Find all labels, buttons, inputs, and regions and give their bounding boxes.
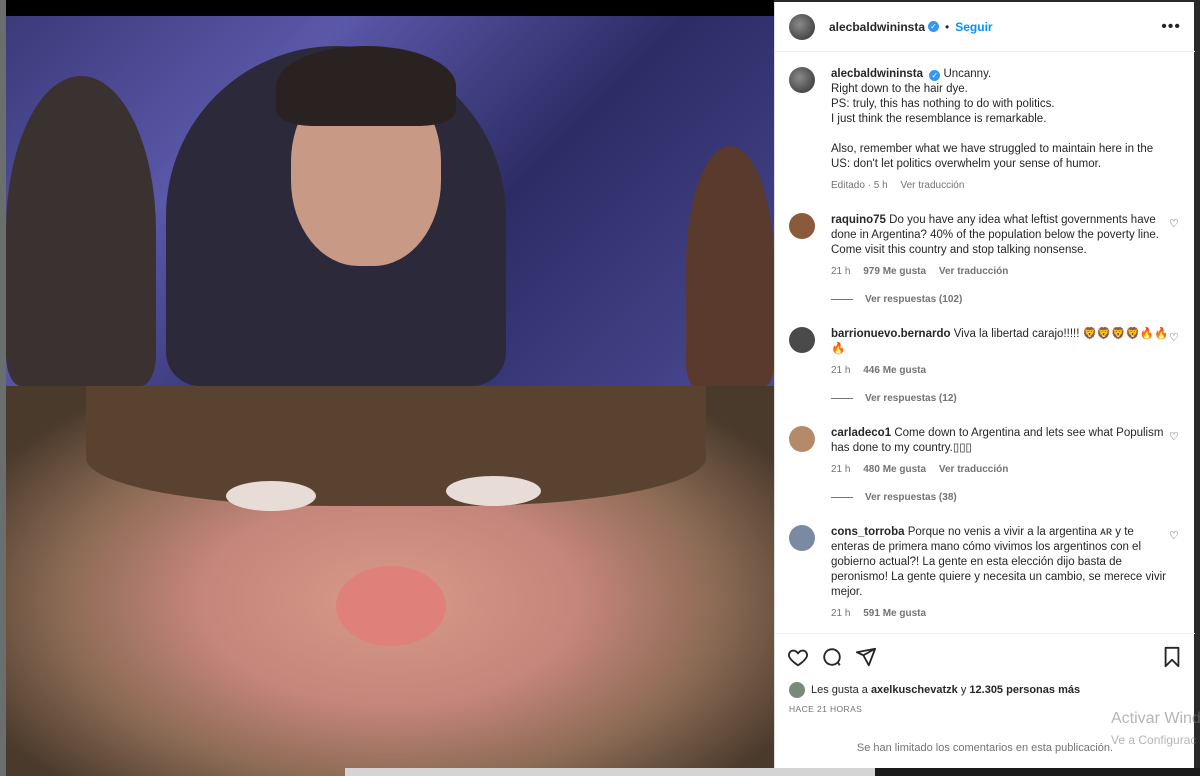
comment-body: barrionuevo.bernardo Viva la libertad ca… [831,327,1171,378]
header-separator: • [945,19,950,34]
hair-bottom [86,386,706,506]
post-media[interactable] [6,16,774,776]
comment-time: 21 h [831,266,851,277]
comment-avatar[interactable] [789,327,815,353]
replies-line [831,299,853,300]
translate-link[interactable]: Ver traducción [939,464,1008,475]
comment-meta: 21 h 979 Me gusta Ver traducción [831,264,1171,279]
view-replies-button[interactable]: Ver respuestas (38) [831,492,957,503]
author-avatar[interactable] [789,13,815,40]
replies-label: Ver respuestas (12) [865,393,957,404]
translate-link[interactable]: Ver traducción [901,180,965,191]
view-replies-button[interactable]: Ver respuestas (12) [831,393,957,404]
screen-frame: alecbaldwininsta ✓ • Seguir ••• alecbald… [0,0,1200,776]
comment-avatar[interactable] [789,213,815,239]
comment-time: 21 h [831,365,851,376]
paper-plane-icon[interactable] [855,646,877,668]
liker-avatar [789,682,805,698]
comment-username[interactable]: cons_torroba [831,526,905,538]
post-detail-panel: alecbaldwininsta ✓ • Seguir ••• alecbald… [774,2,1195,768]
likes-count[interactable]: 12.305 personas más [969,684,1080,696]
caption-line: Right down to the hair dye. [831,83,968,95]
heart-outline-icon[interactable]: ♡ [1169,430,1181,443]
caption-meta: Editado · 5 h Ver traducción [831,178,1171,193]
replies-label: Ver respuestas (102) [865,294,963,305]
comment-meta: 21 h 591 Me gusta [831,606,1171,621]
top-bar [0,0,774,16]
heart-outline-icon[interactable]: ♡ [1169,529,1181,542]
bottom-strip [345,768,875,776]
verified-badge-icon: ✓ [928,21,940,32]
caption-line: Also, remember what we have struggled to… [831,143,1154,170]
comment-avatar[interactable] [789,525,815,551]
caption-line: Uncanny. [943,68,992,80]
person-left [6,76,156,386]
author-username[interactable]: alecbaldwininsta [829,20,925,34]
comment-body: cons_torroba Porque no venis a vivir a l… [831,525,1171,621]
photo-bottom-image [6,386,774,776]
comment-time: 21 h [831,464,851,475]
post-time: HACE 21 HORAS [789,704,863,714]
person-right [686,146,774,386]
activation-watermark-subtitle: Ve a Configurac [1111,733,1197,747]
eye-right [446,476,541,506]
caption-username[interactable]: alecbaldwininsta [831,68,923,80]
likes-mid: y [960,684,967,696]
view-replies-button[interactable]: Ver respuestas (102) [831,294,962,305]
nose [336,566,446,646]
replies-line [831,398,853,399]
liker-username[interactable]: axelkuschevatzk [871,684,958,696]
caption-avatar[interactable] [789,67,815,93]
caption-time: Editado · 5 h [831,180,888,191]
comment-username[interactable]: carladeco1 [831,427,891,439]
comments-scroll-area[interactable]: alecbaldwininsta ✓ Uncanny. Right down t… [775,53,1195,633]
likes-prefix: Les gusta a [811,684,868,696]
comment-bubble-icon[interactable] [821,646,843,668]
heart-outline-icon[interactable]: ♡ [1169,217,1181,230]
post-header: alecbaldwininsta ✓ • Seguir ••• [775,2,1195,52]
comment-username[interactable]: barrionuevo.bernardo [831,328,951,340]
comment-avatar[interactable] [789,426,815,452]
comment-meta: 21 h 480 Me gusta Ver traducción [831,462,1171,477]
comment-likes[interactable]: 446 Me gusta [863,365,926,376]
bookmark-icon[interactable] [1161,646,1183,668]
comment-likes[interactable]: 979 Me gusta [863,266,926,277]
comment-likes[interactable]: 591 Me gusta [863,608,926,619]
verified-badge-icon: ✓ [929,70,941,81]
translate-link[interactable]: Ver traducción [939,266,1008,277]
more-options-icon[interactable]: ••• [1161,18,1181,36]
comment-time: 21 h [831,608,851,619]
caption-line: I just think the resemblance is remarkab… [831,113,1047,125]
caption-body: alecbaldwininsta ✓ Uncanny. Right down t… [831,67,1171,193]
follow-button[interactable]: Seguir [955,20,992,34]
comment-likes[interactable]: 480 Me gusta [863,464,926,475]
replies-label: Ver respuestas (38) [865,492,957,503]
hair-center [276,46,456,126]
replies-line [831,497,853,498]
activation-watermark-title: Activar Wind [1111,710,1200,727]
comment-body: carladeco1 Come down to Argentina and le… [831,426,1171,477]
eye-left [226,481,316,511]
heart-outline-icon[interactable]: ♡ [1169,331,1181,344]
photo-top-image [6,16,774,386]
caption-line: PS: truly, this has nothing to do with p… [831,98,1055,110]
comment-username[interactable]: raquino75 [831,214,886,226]
bottom-strip-dark [875,768,1200,776]
heart-outline-icon[interactable] [787,646,809,668]
comment-body: raquino75 Do you have any idea what left… [831,213,1171,279]
likes-summary[interactable]: Les gusta a axelkuschevatzk y 12.305 per… [789,682,1080,698]
comment-meta: 21 h 446 Me gusta [831,363,1171,378]
